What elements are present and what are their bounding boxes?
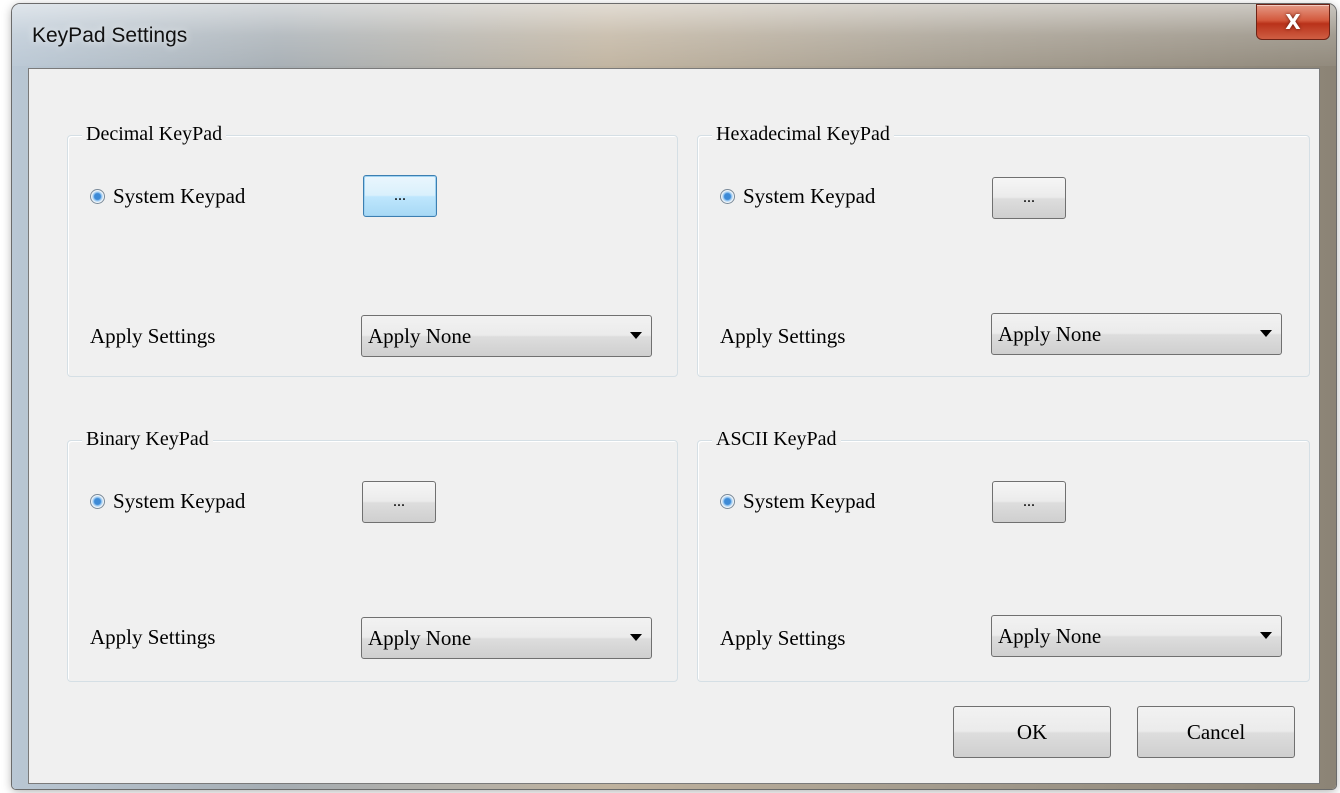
dialog-client-area: Decimal KeyPad System Keypad ... Apply S… xyxy=(28,68,1320,784)
ellipsis-label: ... xyxy=(1023,189,1035,206)
apply-settings-dropdown[interactable]: Apply None xyxy=(361,617,652,659)
browse-keypad-button[interactable]: ... xyxy=(992,481,1066,523)
title-bar[interactable]: KeyPad Settings X xyxy=(12,4,1336,66)
group-ascii-keypad: ASCII KeyPad System Keypad ... Apply Set… xyxy=(697,428,1310,682)
browse-keypad-button[interactable]: ... xyxy=(362,481,436,523)
chevron-down-icon xyxy=(1260,330,1272,337)
dropdown-value: Apply None xyxy=(368,324,472,348)
apply-settings-label: Apply Settings xyxy=(90,324,216,348)
dropdown-value: Apply None xyxy=(368,626,472,650)
apply-settings-dropdown[interactable]: Apply None xyxy=(991,615,1282,657)
group-legend: Hexadecimal KeyPad xyxy=(712,123,894,146)
browse-keypad-button[interactable]: ... xyxy=(363,175,437,217)
window-title: KeyPad Settings xyxy=(32,24,188,47)
radio-label: System Keypad xyxy=(113,489,246,513)
ok-button-label: OK xyxy=(1016,719,1048,744)
apply-settings-dropdown[interactable]: Apply None xyxy=(991,313,1282,355)
radio-selected-icon[interactable] xyxy=(720,189,735,204)
apply-settings-label: Apply Settings xyxy=(720,324,846,348)
keypad-settings-window: KeyPad Settings X Decimal KeyPad System … xyxy=(12,4,1336,789)
apply-settings-dropdown[interactable]: Apply None xyxy=(361,315,652,357)
group-hexadecimal-keypad: Hexadecimal KeyPad System Keypad ... App… xyxy=(697,123,1310,377)
system-keypad-radio[interactable]: System Keypad xyxy=(90,184,245,209)
close-icon: X xyxy=(1285,10,1301,34)
cancel-button-label: Cancel xyxy=(1186,719,1246,744)
radio-selected-icon[interactable] xyxy=(90,189,105,204)
chevron-down-icon xyxy=(630,634,642,641)
group-binary-keypad: Binary KeyPad System Keypad ... Apply Se… xyxy=(67,428,678,682)
radio-label: System Keypad xyxy=(743,184,876,208)
ellipsis-label: ... xyxy=(394,187,406,204)
dropdown-value: Apply None xyxy=(998,322,1102,346)
apply-settings-label: Apply Settings xyxy=(90,625,216,649)
group-legend: ASCII KeyPad xyxy=(712,428,841,451)
radio-label: System Keypad xyxy=(113,184,246,208)
cancel-button[interactable]: Cancel xyxy=(1137,706,1295,758)
ellipsis-label: ... xyxy=(1023,493,1035,510)
system-keypad-radio[interactable]: System Keypad xyxy=(720,489,875,514)
chevron-down-icon xyxy=(1260,632,1272,639)
group-legend: Binary KeyPad xyxy=(82,428,213,451)
chevron-down-icon xyxy=(630,332,642,339)
radio-selected-icon[interactable] xyxy=(720,494,735,509)
radio-selected-icon[interactable] xyxy=(90,494,105,509)
group-decimal-keypad: Decimal KeyPad System Keypad ... Apply S… xyxy=(67,123,678,377)
group-legend: Decimal KeyPad xyxy=(82,123,227,146)
dropdown-value: Apply None xyxy=(998,624,1102,648)
close-button[interactable]: X xyxy=(1256,4,1330,40)
system-keypad-radio[interactable]: System Keypad xyxy=(720,184,875,209)
browse-keypad-button[interactable]: ... xyxy=(992,177,1066,219)
apply-settings-label: Apply Settings xyxy=(720,626,846,650)
ellipsis-label: ... xyxy=(393,493,405,510)
radio-label: System Keypad xyxy=(743,489,876,513)
ok-button[interactable]: OK xyxy=(953,706,1111,758)
system-keypad-radio[interactable]: System Keypad xyxy=(90,489,245,514)
